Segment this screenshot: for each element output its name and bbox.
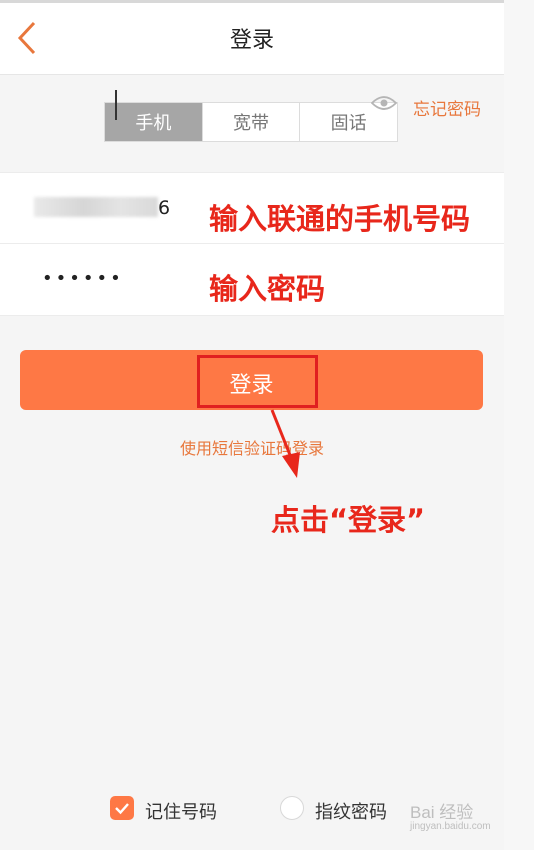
watermark-text: Bai 经验 [410,803,474,822]
forgot-password-link[interactable]: 忘记密码 [413,95,481,120]
fingerprint-password-label: 指纹密码 [315,802,387,823]
tab-mobile[interactable]: 手机 [105,103,202,141]
remember-number-checkbox[interactable] [110,796,134,820]
annotation-arrow-icon [270,409,300,478]
annotation-click-login: 点击“登录” [271,503,426,537]
tab-broadband[interactable]: 宽带 [201,103,300,141]
remember-number-label: 记住号码 [145,802,217,823]
password-value: •••••• [42,268,124,289]
text-caret [115,90,117,120]
annotation-password: 输入密码 [209,272,326,306]
status-shadow [0,0,504,3]
annotation-highlight-box [197,355,318,408]
eye-icon [370,96,398,110]
show-password-toggle[interactable] [370,93,398,113]
page-title: 登录 [229,28,274,53]
annotation-phone: 输入联通的手机号码 [209,202,471,236]
watermark-subtext: jingyan.baidu.com [410,821,491,832]
checkmark-icon [115,803,129,815]
top-bar: 登录 [0,0,504,75]
blurred-phone-number [34,197,158,217]
sms-login-link[interactable]: 使用短信验证码登录 [0,435,504,459]
fingerprint-password-checkbox[interactable] [280,796,304,820]
watermark: Bai 经验 jingyan.baidu.com [408,790,508,838]
phone-value: 6 [158,197,171,219]
right-edge [504,0,534,850]
account-type-tabs: 手机 宽带 固话 [104,102,398,142]
